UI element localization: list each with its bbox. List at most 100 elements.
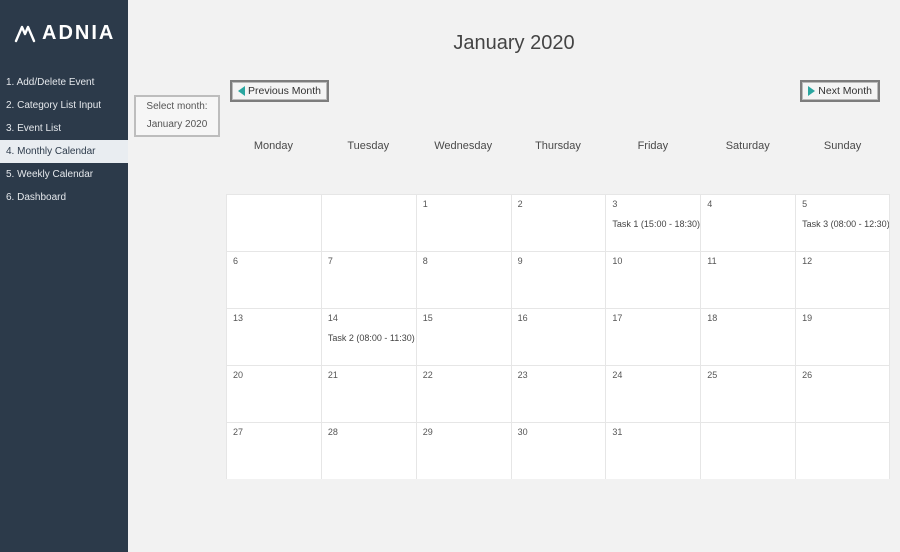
calendar-cell[interactable]: 8 — [416, 251, 511, 308]
calendar-event[interactable]: Task 2 (08:00 - 11:30) — [328, 333, 410, 343]
select-month-value: January 2020 — [147, 116, 208, 134]
day-number: 22 — [423, 370, 505, 380]
day-number: 11 — [707, 256, 789, 266]
select-month-label: Select month: — [146, 98, 207, 116]
day-number: 25 — [707, 370, 789, 380]
calendar-cell[interactable]: 24 — [605, 365, 700, 422]
calendar-cell[interactable]: 18 — [700, 308, 795, 365]
day-number: 19 — [802, 313, 883, 323]
day-header-cell: Friday — [605, 140, 700, 152]
calendar-cell[interactable]: 17 — [605, 308, 700, 365]
calendar-cell — [226, 194, 321, 251]
day-number: 20 — [233, 370, 315, 380]
calendar-cell[interactable]: 15 — [416, 308, 511, 365]
logo: ADNIA — [0, 0, 128, 71]
day-header-cell: Wednesday — [416, 140, 511, 152]
calendar-cell[interactable]: 2 — [511, 194, 606, 251]
calendar-cell[interactable]: 11 — [700, 251, 795, 308]
sidebar-item-weekly-calendar[interactable]: 5. Weekly Calendar — [0, 163, 128, 186]
day-number: 4 — [707, 199, 789, 209]
day-header-row: MondayTuesdayWednesdayThursdayFridaySatu… — [226, 140, 890, 152]
logo-icon — [14, 25, 36, 43]
calendar-event[interactable]: Task 1 (15:00 - 18:30) — [612, 219, 694, 229]
calendar-cell[interactable]: 31 — [605, 422, 700, 479]
calendar-cell[interactable]: 26 — [795, 365, 890, 422]
calendar-cell[interactable]: 25 — [700, 365, 795, 422]
calendar-cell[interactable]: 5 Task 3 (08:00 - 12:30) — [795, 194, 890, 251]
logo-text: ADNIA — [42, 22, 115, 45]
calendar-cell[interactable]: 7 — [321, 251, 416, 308]
calendar-cell[interactable]: 12 — [795, 251, 890, 308]
day-number: 6 — [233, 256, 315, 266]
day-number: 17 — [612, 313, 694, 323]
sidebar: ADNIA 1. Add/Delete Event2. Category Lis… — [0, 0, 128, 552]
calendar-grid: 123Task 1 (15:00 - 18:30)45Task 3 (08:00… — [226, 194, 890, 479]
calendar-cell[interactable]: 23 — [511, 365, 606, 422]
page-title: January 2020 — [128, 32, 900, 55]
calendar-cell[interactable]: 29 — [416, 422, 511, 479]
calendar-cell[interactable]: 27 — [226, 422, 321, 479]
calendar-cell[interactable]: 3 Task 1 (15:00 - 18:30) — [605, 194, 700, 251]
sidebar-item-category-list-input[interactable]: 2. Category List Input — [0, 94, 128, 117]
day-header-cell: Tuesday — [321, 140, 416, 152]
day-number: 8 — [423, 256, 505, 266]
day-number: 16 — [518, 313, 600, 323]
previous-month-label: Previous Month — [248, 85, 321, 97]
calendar-event[interactable]: Task 3 (08:00 - 12:30) — [802, 219, 883, 229]
calendar: MondayTuesdayWednesdayThursdayFridaySatu… — [226, 140, 890, 479]
calendar-cell[interactable]: 28 — [321, 422, 416, 479]
day-number: 9 — [518, 256, 600, 266]
day-number: 7 — [328, 256, 410, 266]
day-number: 10 — [612, 256, 694, 266]
day-number: 2 — [518, 199, 600, 209]
triangle-right-icon — [808, 86, 815, 96]
calendar-cell[interactable]: 20 — [226, 365, 321, 422]
calendar-cell[interactable]: 9 — [511, 251, 606, 308]
triangle-left-icon — [238, 86, 245, 96]
main: January 2020 Select month: January 2020 … — [128, 0, 900, 552]
day-number: 31 — [612, 427, 694, 437]
day-number: 3 — [612, 199, 694, 209]
calendar-cell — [795, 422, 890, 479]
day-header-cell: Monday — [226, 140, 321, 152]
day-number: 15 — [423, 313, 505, 323]
calendar-cell[interactable]: 21 — [321, 365, 416, 422]
next-month-label: Next Month — [818, 85, 872, 97]
calendar-cell[interactable]: 30 — [511, 422, 606, 479]
sidebar-item-event-list[interactable]: 3. Event List — [0, 117, 128, 140]
calendar-cell[interactable]: 10 — [605, 251, 700, 308]
day-number: 24 — [612, 370, 694, 380]
day-number: 5 — [802, 199, 883, 209]
day-number: 18 — [707, 313, 789, 323]
day-header-cell: Thursday — [511, 140, 606, 152]
sidebar-item-monthly-calendar[interactable]: 4. Monthly Calendar — [0, 140, 128, 163]
nav-list: 1. Add/Delete Event2. Category List Inpu… — [0, 71, 128, 209]
select-month-box[interactable]: Select month: January 2020 — [134, 95, 220, 137]
calendar-cell[interactable]: 1 — [416, 194, 511, 251]
previous-month-button[interactable]: Previous Month — [230, 80, 329, 102]
day-number: 1 — [423, 199, 505, 209]
calendar-cell — [700, 422, 795, 479]
day-number: 26 — [802, 370, 883, 380]
day-number: 13 — [233, 313, 315, 323]
calendar-cell[interactable]: 19 — [795, 308, 890, 365]
day-header-cell: Sunday — [795, 140, 890, 152]
calendar-cell[interactable]: 13 — [226, 308, 321, 365]
day-number: 12 — [802, 256, 883, 266]
day-number: 14 — [328, 313, 410, 323]
day-number: 30 — [518, 427, 600, 437]
calendar-cell — [321, 194, 416, 251]
calendar-cell[interactable]: 16 — [511, 308, 606, 365]
calendar-cell[interactable]: 4 — [700, 194, 795, 251]
day-header-cell: Saturday — [700, 140, 795, 152]
sidebar-item-add-delete-event[interactable]: 1. Add/Delete Event — [0, 71, 128, 94]
calendar-cell[interactable]: 6 — [226, 251, 321, 308]
calendar-cell[interactable]: 22 — [416, 365, 511, 422]
day-number: 27 — [233, 427, 315, 437]
sidebar-item-dashboard[interactable]: 6. Dashboard — [0, 186, 128, 209]
next-month-button[interactable]: Next Month — [800, 80, 880, 102]
calendar-cell[interactable]: 14 Task 2 (08:00 - 11:30) — [321, 308, 416, 365]
day-number: 28 — [328, 427, 410, 437]
day-number: 21 — [328, 370, 410, 380]
day-number: 23 — [518, 370, 600, 380]
